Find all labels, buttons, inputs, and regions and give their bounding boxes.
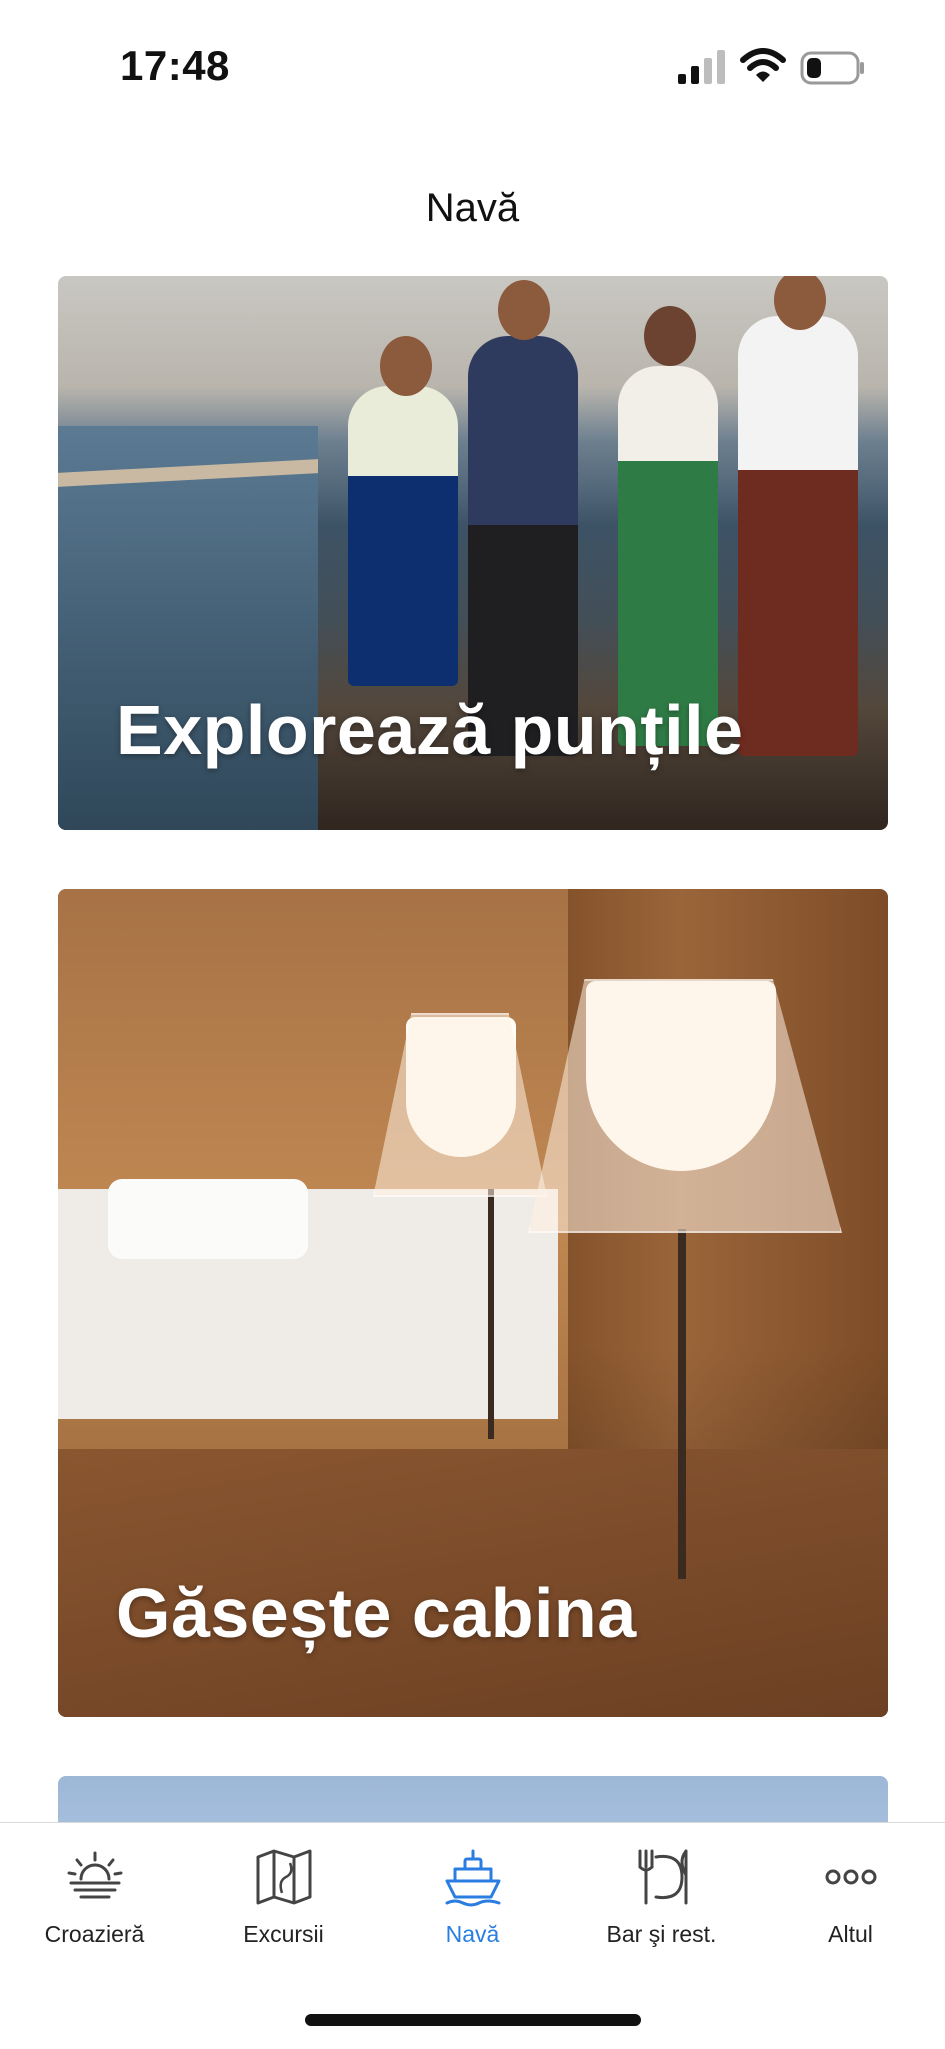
person-figure <box>618 366 718 746</box>
tab-label: Croazieră <box>44 1921 145 1947</box>
page-title: Navă <box>425 186 520 230</box>
cellular-signal-icon <box>678 50 725 84</box>
card-title: Găsește cabina <box>116 1574 637 1652</box>
tab-label: Bar şi rest. <box>606 1921 717 1947</box>
explore-decks-card[interactable]: Explorează punțile <box>58 276 888 830</box>
find-cabin-card[interactable]: Găsește cabina <box>58 889 888 1717</box>
person-figure <box>348 386 458 686</box>
tab-excursii[interactable]: Excursii <box>189 1823 378 1983</box>
lamp-shade <box>528 979 842 1233</box>
person-head <box>498 280 550 340</box>
tab-croaziera[interactable]: Croazieră <box>0 1823 189 1983</box>
status-time: 17:48 <box>120 42 230 89</box>
tab-label: Excursii <box>243 1921 324 1947</box>
tab-nava[interactable]: Navă <box>378 1823 567 1983</box>
home-indicator[interactable] <box>305 2014 641 2026</box>
tab-altul[interactable]: Altul <box>756 1823 945 1983</box>
lamp-pole <box>488 1189 494 1439</box>
tab-label: Altul <box>828 1921 873 1947</box>
map-icon <box>256 1849 311 1905</box>
tab-label: Navă <box>445 1921 500 1947</box>
dining-icon <box>638 1849 687 1905</box>
tab-bar-si-restaurante[interactable]: Bar şi rest. <box>567 1823 756 1983</box>
person-head <box>380 336 432 396</box>
sunset-icon <box>67 1851 122 1899</box>
ship-icon <box>445 1849 500 1907</box>
status-bar: 17:48 <box>0 0 945 140</box>
lamp-pole <box>678 1229 686 1579</box>
more-icon <box>825 1869 876 1885</box>
card-title: Explorează punțile <box>116 691 744 769</box>
wifi-icon <box>740 48 786 82</box>
person-head <box>644 306 696 366</box>
battery-icon <box>800 51 864 85</box>
pillow <box>108 1179 308 1259</box>
person-figure <box>738 316 858 756</box>
